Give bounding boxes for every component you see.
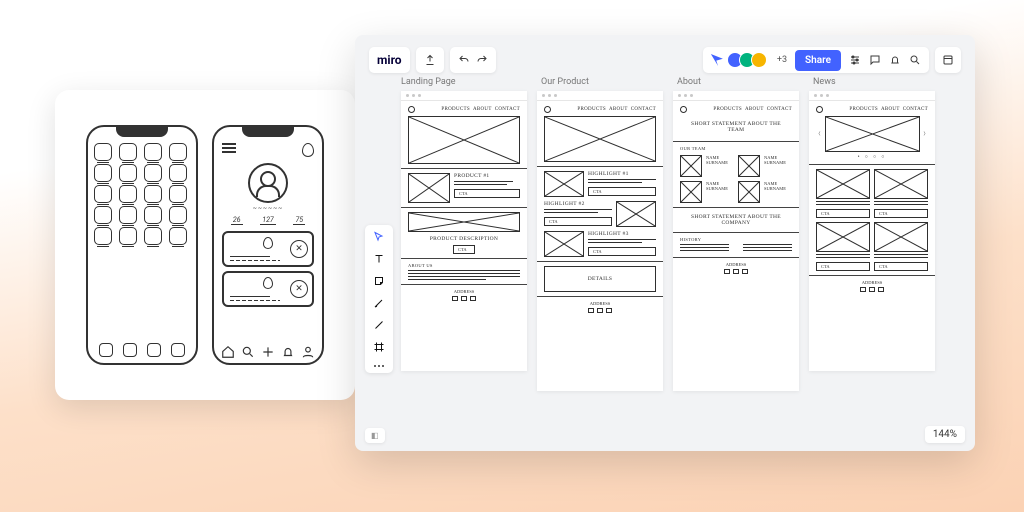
product-description: PRODUCT DESCRIPTION [408, 236, 520, 242]
hero-image-placeholder [408, 116, 520, 164]
frame-label-product[interactable]: Our Product [541, 77, 589, 87]
zoom-level[interactable]: 144% [925, 426, 965, 443]
miro-logo: miro [377, 53, 402, 67]
undo-icon [458, 54, 470, 66]
bottom-nav [214, 343, 322, 363]
select-tool[interactable] [373, 231, 385, 243]
board-logo-chip[interactable]: miro [369, 47, 410, 73]
comment-icon[interactable] [869, 54, 881, 66]
frame-about[interactable]: PRODUCTSABOUTCONTACT SHORT STATEMENT ABO… [673, 91, 799, 391]
frame-label-about[interactable]: About [677, 77, 701, 87]
bell-icon [281, 345, 295, 359]
hamburger-icon [222, 143, 236, 153]
pen-tool[interactable] [373, 297, 385, 309]
frame-label-landing[interactable]: Landing Page [401, 77, 456, 87]
search-icon [241, 345, 255, 359]
extra-collaborators-count[interactable]: +3 [777, 55, 787, 65]
more-tools-button[interactable] [374, 363, 384, 367]
frame-news[interactable]: PRODUCTSABOUTCONTACT 〈 〉 • ○ ○ ○ CTA CTA [809, 91, 935, 371]
redo-icon [476, 54, 488, 66]
frame-landing[interactable]: PRODUCTSABOUTCONTACT PRODUCT #1 CTA PROD… [401, 91, 527, 371]
export-icon [424, 54, 436, 66]
miro-board-window: miro +3 Share [355, 35, 975, 451]
dock-row [88, 339, 196, 363]
stat-2: 127 [260, 216, 275, 225]
line-tool[interactable] [373, 319, 385, 331]
frame-our-product[interactable]: PRODUCTSABOUTCONTACT HIGHLIGHT #1CTA HIG… [537, 91, 663, 391]
phone-sketches-card: ~~~~~~ 26 127 75 [55, 90, 355, 400]
avatar [751, 52, 767, 68]
tool-palette [365, 225, 393, 373]
our-team-heading: OUR TEAM [680, 146, 792, 151]
carousel-next-icon: 〉 [924, 131, 929, 137]
carousel-prev-icon: 〈 [816, 131, 821, 137]
sticky-note-tool[interactable] [373, 275, 385, 287]
footer-address: ADDRESS [408, 289, 520, 294]
list-card-2 [222, 271, 314, 307]
company-statement: SHORT STATEMENT ABOUT THE COMPANY [684, 214, 788, 226]
frame-tool[interactable] [373, 341, 385, 353]
about-us-heading: ABOUT US [408, 263, 520, 268]
user-icon [301, 345, 315, 359]
panel-toggle-button[interactable] [935, 47, 961, 73]
text-tool[interactable] [373, 253, 385, 265]
list-card-1 [222, 231, 314, 267]
share-button[interactable]: Share [795, 50, 841, 71]
export-button[interactable] [416, 47, 444, 73]
collaborator-avatars[interactable] [731, 52, 767, 68]
plus-icon [261, 345, 275, 359]
profile-stats: 26 127 75 [222, 216, 314, 225]
details-box: DETAILS [544, 266, 656, 292]
stat-1: 26 [231, 216, 243, 225]
location-pin-icon [302, 143, 314, 157]
undo-redo-chip[interactable] [450, 47, 496, 73]
phone-mockup-profile: ~~~~~~ 26 127 75 [212, 125, 324, 365]
frame-label-news[interactable]: News [813, 77, 836, 87]
home-icon [221, 345, 235, 359]
username-scribble: ~~~~~~ [220, 205, 316, 212]
top-toolbar: miro +3 Share [369, 45, 961, 75]
cta-button: CTA [454, 189, 520, 198]
collab-chip: +3 Share [703, 47, 929, 73]
cursor-icon[interactable] [711, 54, 723, 66]
stat-3: 75 [293, 216, 305, 225]
team-statement: SHORT STATEMENT ABOUT THE TEAM [684, 121, 788, 133]
search-icon[interactable] [909, 54, 921, 66]
panel-icon [942, 54, 954, 66]
app-icon-grid [94, 143, 190, 245]
bell-icon[interactable] [889, 54, 901, 66]
avatar [248, 163, 288, 203]
frames-pager[interactable]: ◧ [365, 428, 385, 443]
settings-sliders-icon[interactable] [849, 54, 861, 66]
carousel-pagination: • ○ ○ ○ [816, 155, 928, 160]
phone-mockup-home [86, 125, 198, 365]
